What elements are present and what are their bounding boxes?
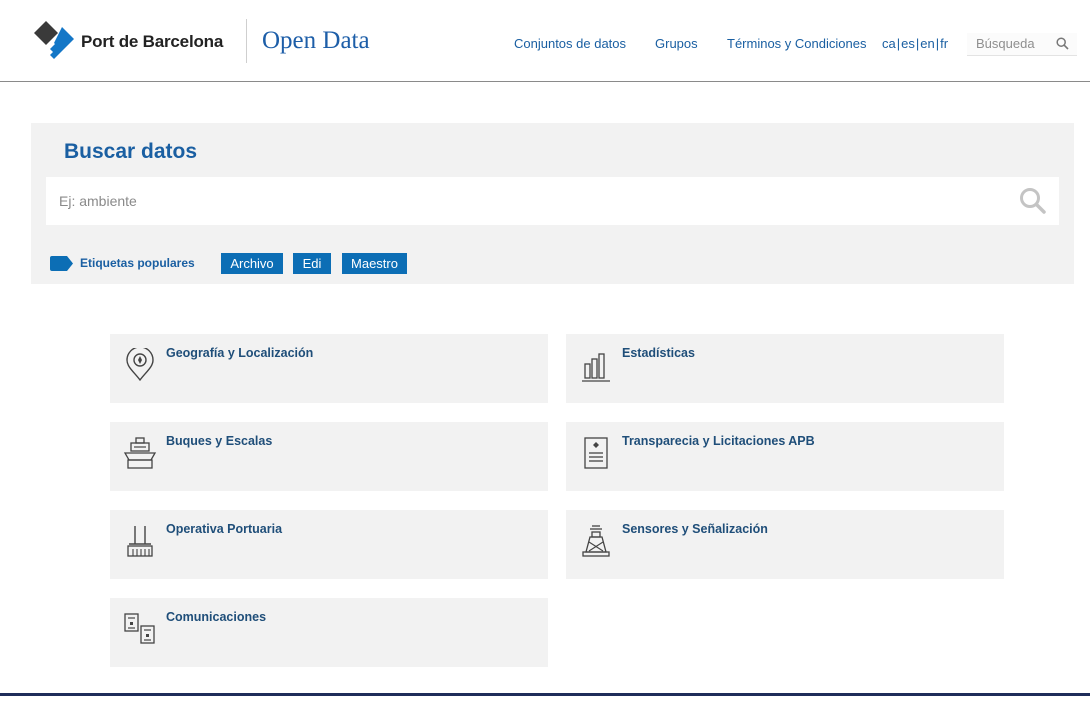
lang-ca[interactable]: ca	[882, 36, 896, 51]
search-panel-title: Buscar datos	[64, 140, 198, 163]
lang-separator: |	[915, 36, 920, 51]
beacon-icon	[582, 525, 610, 557]
tag-icon	[50, 256, 73, 271]
category-card-sensors[interactable]: Sensores y Señalización	[566, 510, 1004, 579]
tag-archivo[interactable]: Archivo	[221, 253, 283, 274]
category-title: Estadísticas	[622, 346, 695, 360]
map-pin-icon	[126, 348, 154, 382]
communications-icon	[124, 613, 155, 644]
category-title: Comunicaciones	[166, 610, 267, 624]
tag-maestro[interactable]: Maestro	[342, 253, 407, 274]
popular-tags-label: Etiquetas populares	[80, 256, 195, 270]
category-card-transparency[interactable]: Transparecia y Licitaciones APB	[566, 422, 1004, 491]
category-card-ships[interactable]: Buques y Escalas	[110, 422, 548, 491]
brand-name[interactable]: Port de Barcelona	[81, 32, 223, 52]
tag-edi[interactable]: Edi	[293, 253, 331, 274]
lang-es[interactable]: es	[901, 36, 915, 51]
language-switcher: ca|es|en|fr	[882, 36, 948, 51]
nav-terms[interactable]: Términos y Condiciones	[727, 36, 866, 51]
search-panel: Buscar datos Etiquetas populares Archivo…	[31, 123, 1074, 284]
dataset-search-box	[46, 177, 1059, 225]
header-search-input[interactable]	[976, 33, 1054, 53]
lang-en[interactable]: en	[920, 36, 934, 51]
nav-groups[interactable]: Grupos	[655, 36, 698, 51]
category-card-geography[interactable]: Geografía y Localización	[110, 334, 548, 403]
product-title[interactable]: Open Data	[262, 27, 370, 55]
port-logo-icon[interactable]	[32, 19, 76, 63]
nav-datasets[interactable]: Conjuntos de datos	[514, 36, 626, 51]
search-icon[interactable]	[1056, 37, 1069, 50]
lang-fr[interactable]: fr	[940, 36, 948, 51]
footer-divider	[0, 693, 1090, 696]
category-card-communications[interactable]: Comunicaciones	[110, 598, 548, 667]
category-card-port-operations[interactable]: Operativa Portuaria	[110, 510, 548, 579]
header-divider	[246, 19, 247, 63]
ship-icon	[123, 437, 157, 469]
site-header: Port de Barcelona Open Data Conjuntos de…	[0, 0, 1090, 82]
search-icon[interactable]	[1019, 187, 1047, 215]
category-title: Operativa Portuaria	[166, 522, 283, 536]
category-title: Transparecia y Licitaciones APB	[622, 434, 815, 448]
lang-separator: |	[935, 36, 940, 51]
document-icon	[584, 437, 608, 469]
dataset-search-input[interactable]	[46, 177, 959, 225]
bar-chart-icon	[582, 353, 610, 382]
lang-separator: |	[896, 36, 901, 51]
crane-icon	[127, 526, 153, 557]
category-title: Geografía y Localización	[166, 346, 314, 360]
header-search	[967, 33, 1077, 56]
category-card-statistics[interactable]: Estadísticas	[566, 334, 1004, 403]
category-title: Buques y Escalas	[166, 434, 273, 448]
category-title: Sensores y Señalización	[622, 522, 768, 536]
